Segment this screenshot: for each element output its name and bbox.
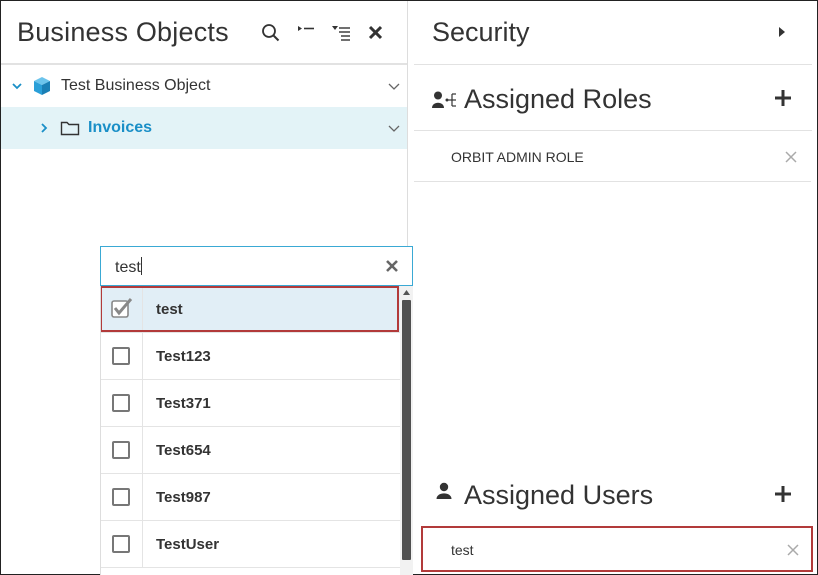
collapse-all-icon[interactable]	[296, 23, 316, 43]
option-list: test Test123 Test371 Test654 Test987 Tes…	[100, 286, 400, 575]
checkbox-cell	[101, 380, 143, 427]
tree-item-test-business-object[interactable]: Test Business Object	[1, 65, 407, 107]
caret-right-icon[interactable]	[778, 25, 786, 43]
search-input[interactable]: test	[100, 246, 413, 286]
clear-search-icon[interactable]	[384, 258, 400, 274]
security-panel: Security Assigned Roles ORBIT ADMIN ROLE…	[414, 1, 813, 574]
checkbox-cell	[101, 521, 143, 568]
option-item[interactable]: Test371	[101, 380, 400, 427]
option-label: Test123	[156, 348, 211, 365]
checkbox[interactable]	[112, 535, 130, 553]
option-item[interactable]: TestUser	[101, 521, 400, 568]
close-icon[interactable]	[366, 23, 386, 43]
search-input-value: test	[115, 257, 142, 277]
option-item[interactable]: Test123	[101, 333, 400, 380]
role-row: ORBIT ADMIN ROLE	[414, 132, 811, 182]
scrollbar-thumb[interactable]	[402, 300, 411, 560]
user-row: test	[421, 526, 813, 572]
option-item[interactable]: Test987	[101, 474, 400, 521]
scrollbar[interactable]	[400, 286, 413, 575]
remove-user-icon[interactable]	[787, 543, 799, 556]
search-text: test	[115, 259, 141, 276]
assigned-roles-header: Assigned Roles	[414, 65, 812, 131]
chevron-right-icon[interactable]	[38, 121, 50, 139]
cube-icon	[32, 76, 52, 101]
checkbox-cell	[101, 474, 143, 521]
add-user-button[interactable]	[774, 485, 792, 503]
chevron-down-icon[interactable]	[11, 79, 23, 97]
checked-checkbox-icon[interactable]	[111, 298, 133, 323]
user-roles-icon	[432, 91, 458, 114]
option-item[interactable]: Test654	[101, 427, 400, 474]
user-icon	[436, 482, 452, 505]
assigned-users-header: Assigned Users	[414, 461, 812, 527]
assigned-roles-title: Assigned Roles	[464, 84, 652, 114]
checkbox[interactable]	[112, 441, 130, 459]
option-label: test	[156, 301, 183, 318]
security-header: Security	[414, 1, 812, 65]
user-label: test	[451, 542, 474, 558]
checkbox[interactable]	[112, 394, 130, 412]
checkbox[interactable]	[112, 488, 130, 506]
scroll-up-arrow-icon[interactable]	[400, 286, 413, 298]
option-item[interactable]: test	[101, 286, 400, 333]
chevron-down-icon[interactable]	[387, 79, 401, 98]
remove-role-icon[interactable]	[785, 150, 797, 163]
checkbox-cell	[101, 333, 143, 380]
expand-all-icon[interactable]	[331, 23, 351, 43]
checkbox-cell	[101, 286, 143, 333]
tree-item-label: Test Business Object	[61, 77, 211, 94]
tree-item-label: Invoices	[88, 119, 153, 136]
search-icon[interactable]	[261, 23, 281, 43]
option-label: Test371	[156, 395, 211, 412]
user-picker-dropdown: test test Test123 Test371 Test654 Test98…	[100, 246, 413, 575]
assigned-users-title: Assigned Users	[464, 480, 654, 510]
business-objects-header: Business Objects	[1, 1, 407, 65]
tree-item-invoices[interactable]: Invoices	[1, 107, 407, 149]
option-label: TestUser	[156, 536, 220, 553]
add-role-button[interactable]	[774, 89, 792, 107]
security-title: Security	[432, 17, 530, 47]
option-label: Test654	[156, 442, 211, 459]
checkbox[interactable]	[112, 347, 130, 365]
chevron-down-icon[interactable]	[387, 121, 401, 140]
checkbox-cell	[101, 427, 143, 474]
panel-title: Business Objects	[17, 17, 229, 47]
selection-highlight	[101, 286, 399, 332]
option-label: Test987	[156, 489, 211, 506]
text-cursor	[140, 257, 142, 275]
folder-icon	[60, 119, 80, 142]
role-label: ORBIT ADMIN ROLE	[451, 149, 584, 165]
